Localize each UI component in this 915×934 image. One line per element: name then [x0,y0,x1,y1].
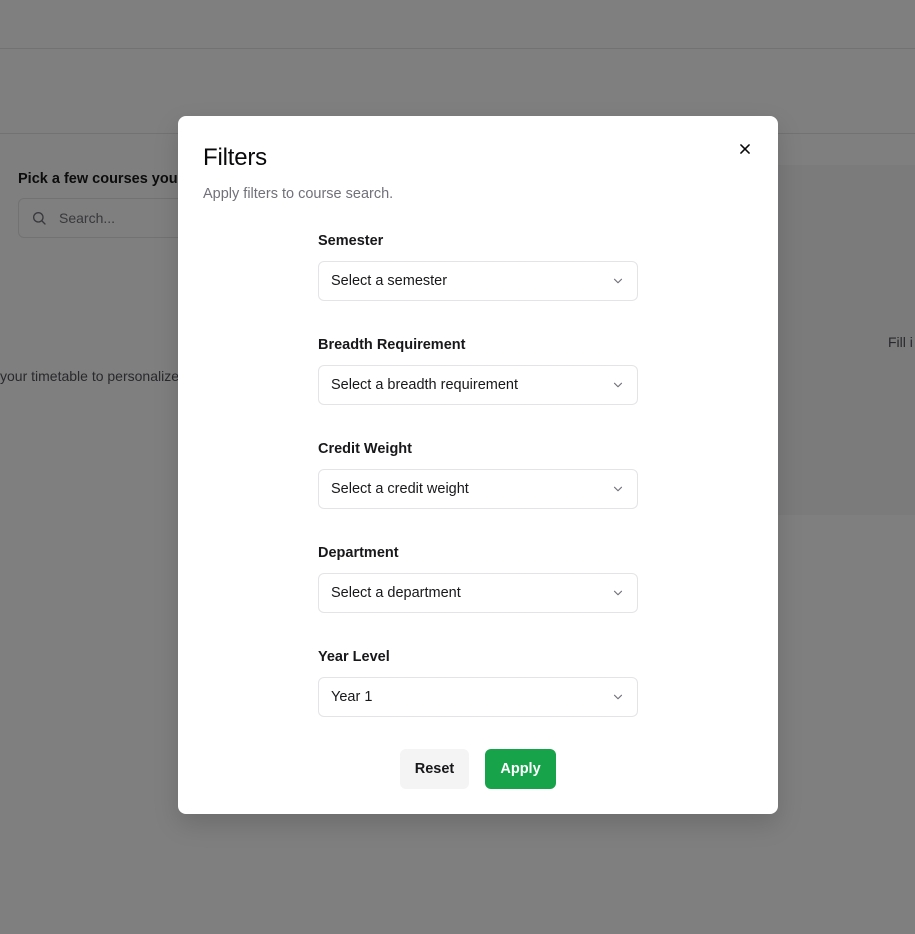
x-icon [740,144,750,154]
reset-button[interactable]: Reset [400,749,469,789]
department-label: Department [318,545,399,561]
semester-label: Semester [318,233,384,249]
department-value: Select a department [331,585,461,601]
year-level-value: Year 1 [331,689,373,705]
credit-weight-select[interactable]: Select a credit weight [318,469,638,509]
close-button[interactable] [734,138,756,160]
chevron-down-icon [613,590,623,596]
credit-weight-label: Credit Weight [318,441,412,457]
breadth-requirement-select[interactable]: Select a breadth requirement [318,365,638,405]
breadth-requirement-label: Breadth Requirement [318,337,466,353]
chevron-down-icon [613,694,623,700]
filters-dialog: Filters Apply filters to course search. … [178,116,778,814]
dialog-description: Apply filters to course search. [203,186,394,202]
year-level-select[interactable]: Year 1 [318,677,638,717]
year-level-label: Year Level [318,649,390,665]
breadth-requirement-value: Select a breadth requirement [331,377,518,393]
dialog-title: Filters [203,144,267,171]
chevron-down-icon [613,278,623,284]
credit-weight-value: Select a credit weight [331,481,469,497]
apply-button[interactable]: Apply [485,749,556,789]
department-select[interactable]: Select a department [318,573,638,613]
page: Pick a few courses you'd Search... your … [0,0,915,934]
semester-value: Select a semester [331,273,448,289]
semester-select[interactable]: Select a semester [318,261,638,301]
chevron-down-icon [613,382,623,388]
chevron-down-icon [613,486,623,492]
